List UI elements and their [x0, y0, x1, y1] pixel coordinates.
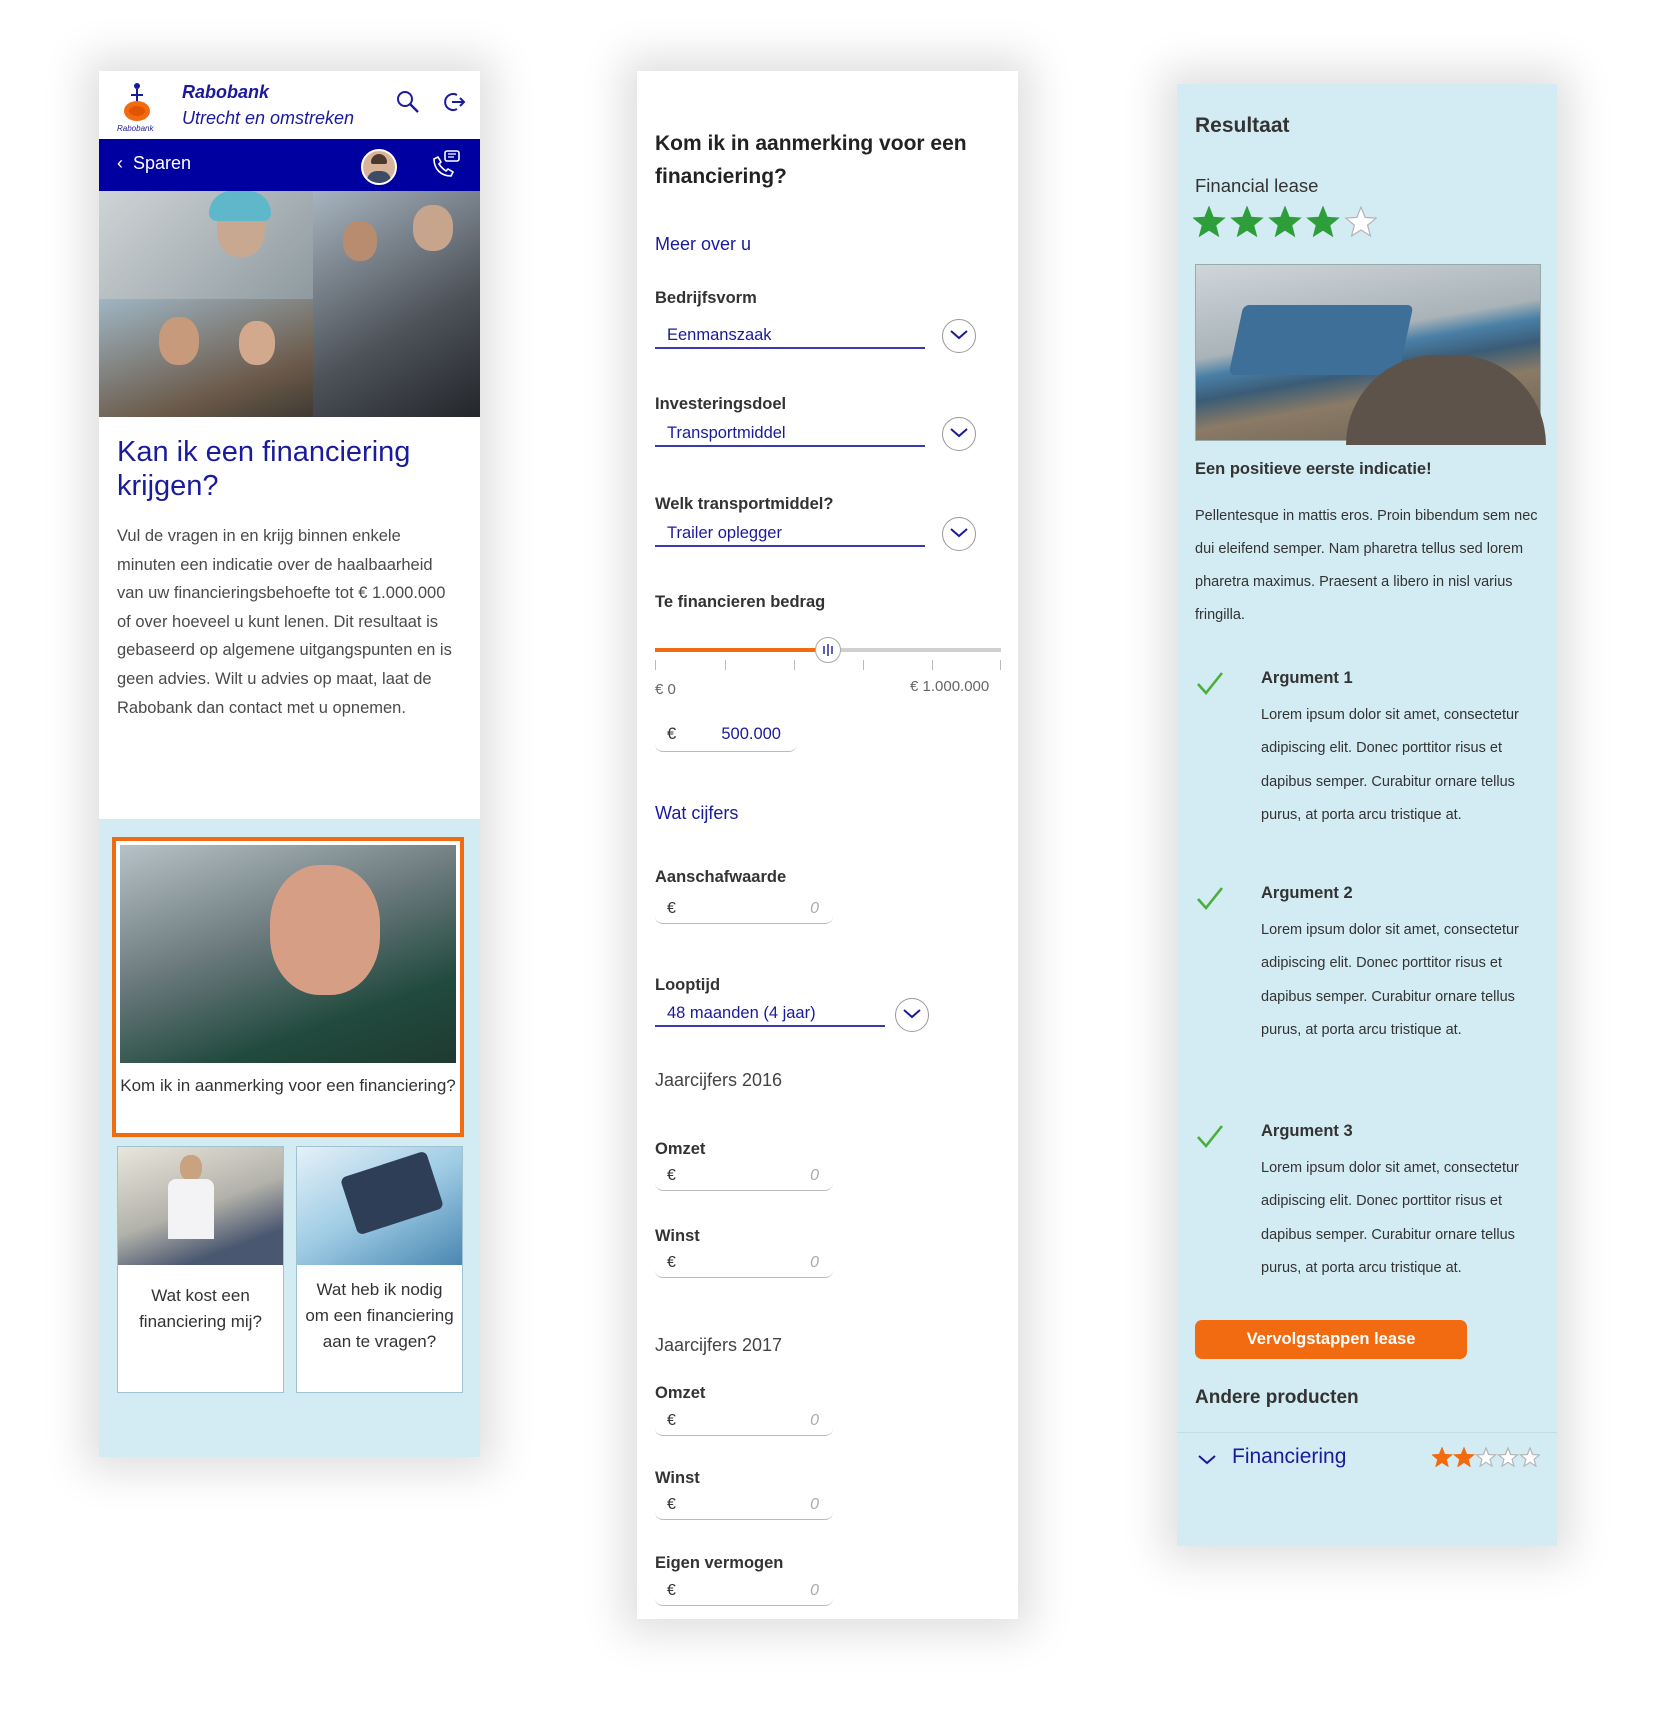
search-icon[interactable] [395, 89, 421, 115]
select-bedrijfsvorm[interactable]: Eenmanszaak [655, 323, 925, 349]
hero-photo-people [99, 299, 313, 417]
home-screen: Rabobank Rabobank Utrecht en omstreken ‹… [99, 71, 480, 1457]
star-filled-icon [1230, 205, 1264, 238]
hero-photo-cyclists [313, 191, 480, 417]
card-caption: Kom ik in aanmerking voor een financieri… [120, 1076, 456, 1095]
winst-2016-input[interactable]: € 0 [655, 1251, 833, 1278]
section-nav-bar: ‹ Sparen [99, 139, 480, 191]
amount-slider-handle[interactable] [815, 637, 841, 663]
card-image-calculator [297, 1147, 462, 1265]
label-transportmiddel: Welk transportmiddel? [655, 495, 834, 513]
star-filled-icon [1268, 205, 1302, 238]
card-caption: Wat kost een financiering mij? [139, 1286, 262, 1331]
card-image-office [118, 1147, 283, 1265]
star-empty-icon [1518, 1446, 1542, 1468]
hero-collage-image [99, 191, 480, 417]
brand-line-2: Utrecht en omstreken [182, 108, 355, 128]
argument-body: Lorem ipsum dolor sit amet, consectetur … [1261, 707, 1519, 823]
logout-icon[interactable] [441, 89, 467, 115]
result-headline: Een positieve eerste indicatie! [1195, 460, 1432, 478]
argument-title: Argument 2 [1261, 884, 1353, 902]
check-icon [1197, 672, 1224, 696]
machinery-photo [1195, 264, 1546, 445]
next-steps-lease-button[interactable]: Vervolgstappen lease [1195, 1320, 1467, 1359]
label-bedrijfsvorm: Bedrijfsvorm [655, 289, 757, 307]
result-paragraph: Pellentesque in mattis eros. Proin biben… [1195, 508, 1538, 623]
other-product-label: Financiering [1232, 1445, 1347, 1468]
heading-jaarcijfers-2016: Jaarcijfers 2016 [655, 1070, 783, 1090]
eligibility-form-screen: Kom ik in aanmerking voor een financieri… [637, 71, 1018, 1619]
chevron-down-icon[interactable] [942, 319, 976, 353]
back-label: Sparen [133, 153, 192, 173]
argument-title: Argument 1 [1261, 669, 1353, 687]
card-image-worker [120, 845, 456, 1063]
star-filled-icon [1452, 1446, 1476, 1468]
svg-text:Rabobank: Rabobank [117, 124, 154, 133]
select-transportmiddel[interactable]: Trailer oplegger [655, 521, 925, 547]
intro-text: Vul de vragen in en krijg binnen enkele … [117, 527, 452, 717]
chevron-left-icon: ‹ [117, 153, 123, 173]
slider-min-label: € 0 [655, 681, 676, 698]
argument-body: Lorem ipsum dolor sit amet, consectetur … [1261, 922, 1519, 1038]
select-looptijd[interactable]: 48 maanden (4 jaar) [655, 1001, 885, 1027]
star-empty-icon [1474, 1446, 1498, 1468]
brand-name: Rabobank Utrecht en omstreken [182, 79, 354, 131]
other-products-heading: Andere producten [1195, 1387, 1359, 1408]
chevron-down-icon[interactable] [942, 517, 976, 551]
other-product-item[interactable]: Financiering [1177, 1432, 1557, 1489]
result-screen: Resultaat Financial lease Een positieve … [1177, 84, 1557, 1546]
winst-2017-input[interactable]: € 0 [655, 1493, 833, 1520]
check-icon [1197, 1125, 1224, 1149]
label-investeringsdoel: Investeringsdoel [655, 395, 787, 413]
chevron-down-icon[interactable] [895, 998, 929, 1032]
star-empty-icon [1344, 205, 1378, 238]
chevron-down-icon [1198, 1455, 1216, 1465]
heading-jaarcijfers-2017: Jaarcijfers 2017 [655, 1335, 783, 1355]
label-aanschafwaarde: Aanschafwaarde [655, 868, 787, 886]
aanschafwaarde-input[interactable]: € 0 [655, 897, 833, 924]
label-winst-2017: Winst [655, 1469, 700, 1487]
star-filled-icon [1192, 205, 1226, 238]
amount-input[interactable]: € 500.000 [655, 719, 797, 752]
result-title: Resultaat [1195, 114, 1290, 137]
hero-photo-woman [99, 191, 313, 299]
other-product-rating [1430, 1446, 1542, 1472]
rabobank-logo: Rabobank [117, 83, 154, 133]
card-cost[interactable]: Wat kost een financiering mij? [117, 1146, 284, 1393]
label-bedrag: Te financieren bedrag [655, 593, 826, 611]
argument-body: Lorem ipsum dolor sit amet, consectetur … [1261, 1160, 1519, 1276]
argument-title: Argument 3 [1261, 1122, 1353, 1140]
section-heading-about: Meer over u [655, 234, 752, 254]
card-requirements[interactable]: Wat heb ik nodig om een financiering aan… [296, 1146, 463, 1393]
label-omzet-2016: Omzet [655, 1140, 706, 1158]
omzet-2016-input[interactable]: € 0 [655, 1164, 833, 1191]
form-title: Kom ik in aanmerking voor een financieri… [655, 132, 967, 188]
chevron-down-icon[interactable] [942, 417, 976, 451]
check-icon [1197, 887, 1224, 911]
app-header: Rabobank Rabobank Utrecht en omstreken [99, 71, 480, 139]
star-filled-icon [1306, 205, 1340, 238]
product-name: Financial lease [1195, 175, 1319, 196]
label-eigen-vermogen: Eigen vermogen [655, 1554, 784, 1572]
brand-line-1: Rabobank [182, 82, 270, 102]
back-button[interactable]: ‹ Sparen [117, 153, 191, 174]
amount-slider-fill [655, 648, 828, 652]
avatar[interactable] [361, 149, 397, 185]
label-omzet-2017: Omzet [655, 1384, 706, 1402]
phone-chat-icon[interactable] [429, 149, 461, 181]
label-looptijd: Looptijd [655, 976, 721, 994]
section-heading-figures: Wat cijfers [655, 803, 739, 823]
star-empty-icon [1496, 1446, 1520, 1468]
label-winst-2016: Winst [655, 1227, 700, 1245]
product-rating [1192, 205, 1378, 243]
star-filled-icon [1430, 1446, 1454, 1468]
omzet-2017-input[interactable]: € 0 [655, 1409, 833, 1436]
slider-max-label: € 1.000.000 [910, 678, 990, 695]
select-investeringsdoel[interactable]: Transportmiddel [655, 421, 925, 447]
eigen-vermogen-input[interactable]: € 0 [655, 1579, 833, 1606]
card-eligibility[interactable]: Kom ik in aanmerking voor een financieri… [112, 837, 464, 1137]
card-caption: Wat heb ik nodig om een financiering aan… [305, 1280, 454, 1351]
page-title: Kan ik een financiering krijgen? [117, 436, 411, 502]
